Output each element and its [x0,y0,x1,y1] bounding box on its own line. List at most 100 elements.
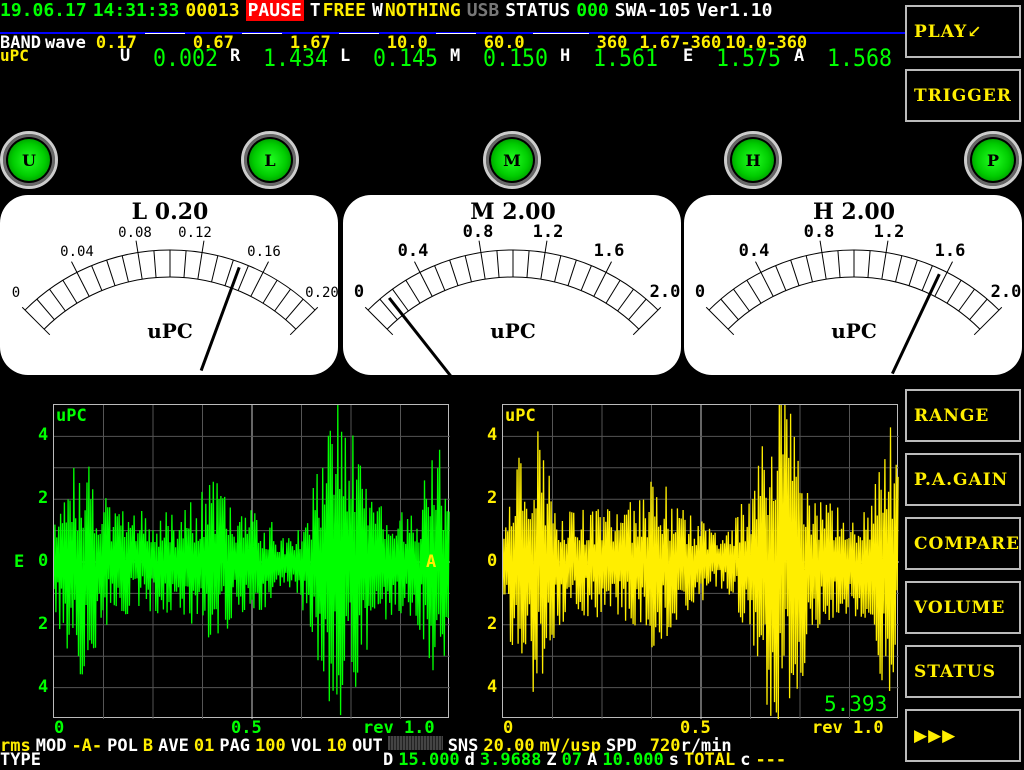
gauge-tick [414,261,433,297]
reading-value: 0.002 [153,44,219,72]
gauge-tick [720,298,739,320]
led-label: L [249,139,291,181]
dd-value: 3.9688 [479,750,542,770]
gauge-tick [449,259,459,286]
gauge-unit: uPC [147,319,193,343]
time: 14:31:33 [92,0,180,21]
side-button-[interactable]: ▶▶▶ [905,709,1021,762]
y-tick-label: 4 [487,425,498,445]
side-button-label: VOLUME [914,597,1006,618]
gauge-panel-0: 0 0.04 0.08 0.12 0.16 0.20 L 0.20 uPC [0,195,338,375]
gauge-panel-2: 0 0.4 0.8 1.2 1.6 2.0 H 2.00 uPC [684,195,1022,375]
gauge-tick [567,259,577,286]
gauge-panel-1: 0 0.4 0.8 1.2 1.6 2.0 M 2.00 uPC [343,195,681,375]
waveform-plot-a [502,404,899,719]
side-button-range[interactable]: RANGE [905,389,1021,442]
gauge-tick [805,255,813,283]
gauge-tick [580,265,592,291]
gauge-tick [285,298,304,320]
vol-label: VOL [290,736,322,756]
side-button-volume[interactable]: VOLUME [905,581,1021,634]
side-button-compare[interactable]: COMPARE [905,517,1021,570]
pag-label: PAG [219,736,251,756]
t-value: FREE [322,0,366,21]
plot-unit: uPC [56,406,87,426]
gauge-tick [364,306,394,336]
dd-label: d [464,750,475,770]
led-label: P [972,139,1014,181]
pol-label: POL [107,736,138,756]
gauge-tick [908,259,918,286]
band-0: 0.17 [95,33,137,53]
t-label: T [309,0,321,21]
gauge-tick [755,261,774,297]
y-tick-label: 0 [38,551,49,571]
gauge-tick [274,288,291,312]
w-label: W [371,0,383,21]
y-tick-label: 2 [38,488,49,508]
gauge-tick [224,259,234,286]
version: Ver1.10 [696,0,773,21]
gauge-tick-label: 0 [695,282,705,302]
usb-indicator: USB [466,0,500,21]
led-label: H [732,139,774,181]
gauge-tick [540,240,548,280]
side-button-pagain[interactable]: P.A.GAIN [905,453,1021,506]
reading-key: H [560,46,571,66]
gauge-tick [526,250,530,278]
gauge-tick [632,306,662,336]
counter: 00013 [185,0,240,21]
gauge-tick [733,288,750,312]
gauge-tick-label: 2.0 [650,282,681,302]
ave-value: 01 [193,736,215,756]
x-tick-label: 0 [503,718,514,738]
band-type: wave [44,33,86,53]
side-button-label: COMPARE [914,533,1020,554]
x-tick-label: rev 1.0 [363,718,435,738]
gauge-unit: uPC [490,319,536,343]
mod-value: -A- [71,736,103,756]
side-button-play[interactable]: PLAY↙ [905,5,1021,58]
gauge-tick-label: 0.8 [463,222,494,242]
gauge-tick-label: 0.16 [247,244,281,260]
side-button-status[interactable]: STATUS [905,645,1021,698]
gauge-tick [121,255,129,283]
gauge-tick [62,279,78,304]
a-value: 10.000 [602,750,664,770]
gauge-tick [91,265,103,291]
vol-value: 10 [326,736,347,756]
model: SWA-105 [614,0,691,21]
side-button-label: P.A.GAIN [914,469,1009,490]
gauge-tick [973,306,1003,336]
gauge-tick [135,240,143,280]
gauge-tick-label: 0.12 [178,225,212,241]
status-bar: 19.06.17 14:31:33 00013 PAUSE T FREE W N… [0,0,773,21]
gauge-tick [593,261,612,297]
gauge-tick-label: 0.20 [305,285,338,301]
y-tick-label: 4 [487,677,498,697]
side-button-trigger[interactable]: TRIGGER [905,69,1021,122]
gauge-tick [837,250,841,278]
pag-value: 100 [255,736,286,756]
x-tick-label: 0.5 [231,718,262,738]
c-label: c [740,750,751,770]
gauge-tick [106,259,116,286]
side-button-label: STATUS [914,661,997,682]
gauge-tick [71,261,90,297]
gauge-tick [262,279,278,304]
gauge-tick-label: 0.4 [398,241,429,261]
gauge-needle [199,266,241,372]
gauge-tick [921,265,933,291]
gauge-tick [775,265,787,291]
pol-value: B [142,736,154,756]
reading-key: M [450,46,461,66]
led-p: P [964,131,1022,189]
led-m: M [483,131,541,189]
gauge-tick [969,298,988,320]
s-label: s [668,750,679,770]
channel-label: A [426,552,437,572]
x-tick-label: 0.5 [680,718,711,738]
gauge-tick [867,250,871,278]
y-tick-label: 2 [487,614,498,634]
gauge-title: H 2.00 [813,199,895,225]
